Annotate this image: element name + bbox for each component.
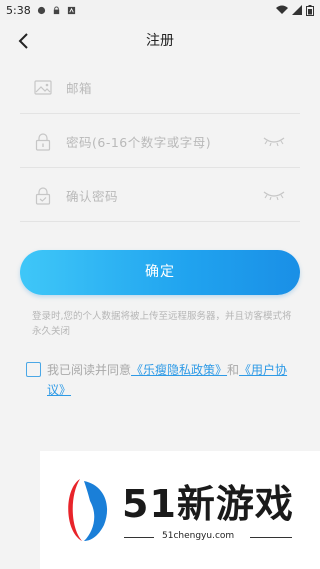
- agreement-prefix: 我已阅读并同意: [47, 363, 132, 377]
- confirm-button[interactable]: 确定: [20, 250, 300, 295]
- watermark-logo-icon: [68, 479, 108, 541]
- signal-icon: [292, 5, 302, 15]
- password-field[interactable]: 密码(6-16个数字或字母): [20, 116, 300, 168]
- watermark-divider: [250, 537, 292, 538]
- privacy-policy-link[interactable]: 《乐瘦隐私政策》: [131, 363, 227, 377]
- app-header: 注册: [0, 20, 320, 62]
- eye-closed-icon[interactable]: [262, 187, 286, 203]
- watermark-overlay: 51新游戏 51chengyu.com: [40, 451, 320, 569]
- status-time: 5:38: [6, 3, 31, 17]
- notification-icon: [37, 6, 45, 14]
- image-icon: [32, 77, 54, 99]
- agreement-checkbox[interactable]: [26, 362, 41, 377]
- email-placeholder: 邮箱: [66, 81, 93, 96]
- battery-icon: [306, 4, 314, 16]
- agreement-row: 我已阅读并同意《乐瘦隐私政策》和《用户协议》: [26, 360, 296, 400]
- watermark-brand: 51新游戏: [122, 482, 294, 526]
- status-bar: 5:38: [0, 0, 320, 20]
- watermark-divider: [124, 537, 154, 538]
- email-field[interactable]: 邮箱: [20, 62, 300, 114]
- confirm-password-placeholder: 确认密码: [66, 189, 119, 204]
- app-icon: [67, 6, 75, 14]
- eye-closed-icon[interactable]: [262, 133, 286, 149]
- watermark-url: 51chengyu.com: [162, 531, 235, 541]
- upload-notice: 登录时,您的个人数据将被上传至远程服务器，并且访客模式将永久关闭: [32, 311, 292, 337]
- wifi-icon: [276, 5, 288, 14]
- page-title: 注册: [146, 33, 174, 49]
- confirm-password-field[interactable]: 确认密码: [20, 170, 300, 222]
- lock-check-icon: [32, 185, 54, 207]
- agreement-and: 和: [227, 363, 240, 377]
- lock-icon: [32, 131, 54, 153]
- password-placeholder: 密码(6-16个数字或字母): [66, 135, 212, 150]
- lock-icon: [53, 5, 59, 14]
